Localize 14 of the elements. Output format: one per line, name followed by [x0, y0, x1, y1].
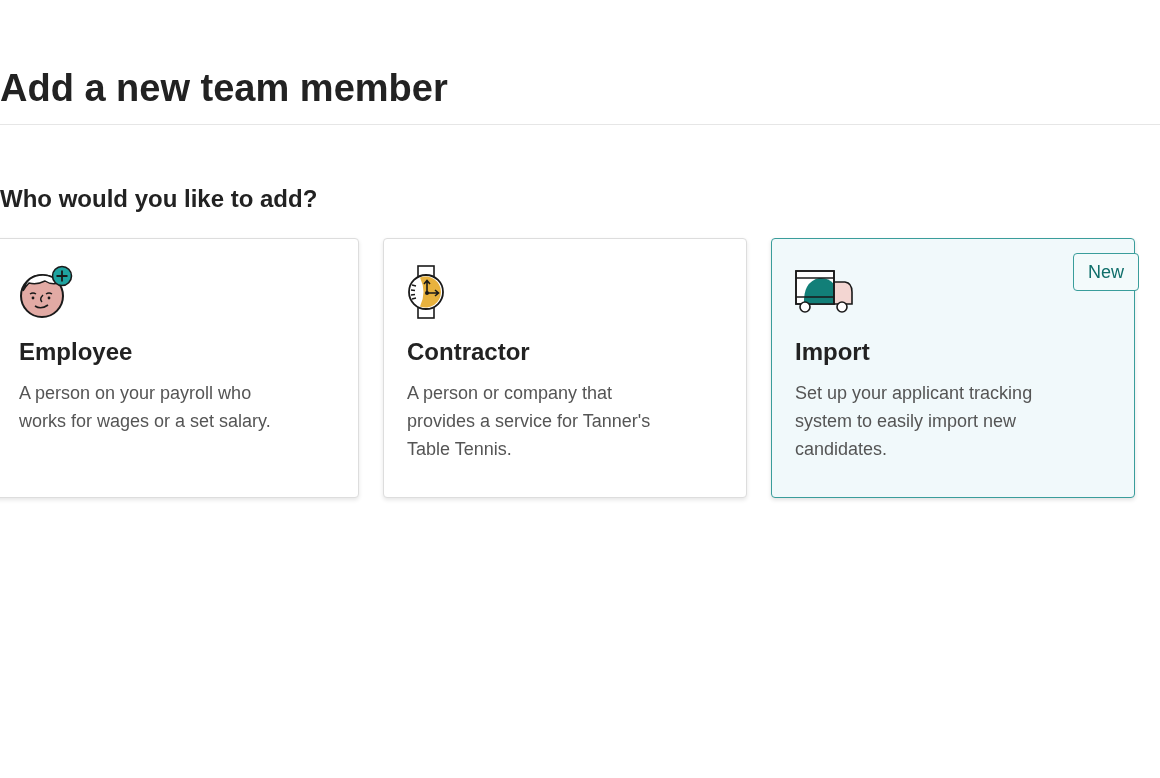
option-title: Contractor [407, 337, 531, 367]
page-title: Add a new team member [0, 66, 448, 111]
option-title: Import [795, 337, 871, 367]
truck-icon [795, 270, 853, 314]
option-description: A person or company that provides a service for Tanner's Table Tennis. [407, 382, 652, 461]
section-heading: Who would you like to add? [0, 184, 318, 214]
smiling-face-plus-icon [19, 265, 73, 319]
watch-icon [407, 265, 447, 319]
option-card[interactable]: Employee A person on your payroll who works for wages or a set salary. [0, 238, 359, 498]
option-card[interactable]: Contractor A person or company that provides a service for Tanner's Table Tennis. [383, 238, 747, 498]
new-badge: New [1073, 253, 1139, 291]
option-description: Set up your applicant tracking system to easily import new candidates. [795, 382, 1034, 461]
option-description: A person on your payroll who works for wages or a set salary. [19, 382, 272, 433]
option-title: Employee [19, 337, 134, 367]
